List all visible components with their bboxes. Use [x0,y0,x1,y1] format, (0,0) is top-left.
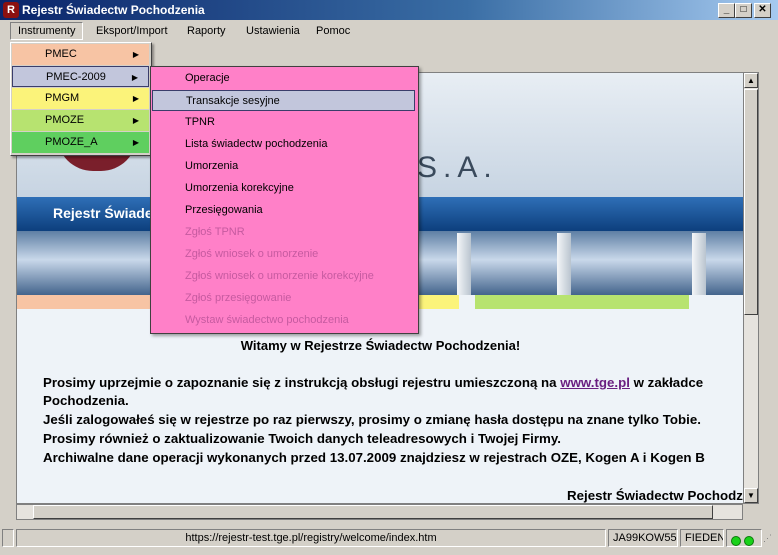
pmec-2009-submenu: Operacje Transakcje sesyjne TPNR Lista ś… [150,66,419,334]
menu-item-pmec-2009[interactable]: PMEC-2009 ▶ [12,66,149,87]
submenu-item-operacje[interactable]: Operacje [152,68,415,89]
menu-ustawienia[interactable]: Ustawienia [239,23,307,39]
menu-item-pmoze[interactable]: PMOZE ▶ [12,110,149,131]
banner-pillar [457,233,471,295]
horizontal-scroll-thumb[interactable] [33,505,713,519]
submenu-arrow-icon: ▶ [132,94,139,103]
menu-item-pmec[interactable]: PMEC ▶ [12,44,149,65]
submenu-arrow-icon: ▶ [132,138,139,147]
maximize-button[interactable]: □ [735,3,752,18]
resize-grip-icon[interactable]: ⋰ [763,533,772,544]
instructions-paragraph: Prosimy uprzejmie o zapoznanie się z ins… [43,375,703,390]
app-icon[interactable]: R [3,2,19,18]
close-button[interactable]: ✕ [754,3,771,18]
status-led-icon [744,536,754,546]
instructions-continued: Pochodzenia. [43,393,129,408]
menu-item-label: PMOZE_A [45,136,98,148]
submenu-arrow-icon: ▶ [132,116,139,125]
status-section [2,529,14,547]
minimize-button[interactable]: _ [718,3,735,18]
submenu-item-wystaw-swiadectwo: Wystaw świadectwo pochodzenia [185,314,349,326]
logo-text: S.A. [417,151,498,184]
submenu-arrow-icon: ▶ [132,50,139,59]
instructions-suffix: w zakładce [629,375,704,390]
menu-raporty[interactable]: Raporty [180,23,233,39]
password-notice: Jeśli zalogowałeś się w rejestrze po raz… [43,412,701,427]
menu-bar: Instrumenty Eksport/Import Raporty Ustaw… [0,20,778,42]
submenu-item-zglos-wniosek-umorzenie: Zgłoś wniosek o umorzenie [185,248,319,260]
instruments-menu: PMEC ▶ PMEC-2009 ▶ PMGM ▶ PMOZE ▶ PMOZE_A ▶ [10,42,152,156]
submenu-item-zglos-tpnr: Zgłoś TPNR [185,226,245,238]
tge-link[interactable]: www.tge.pl [560,375,630,390]
menu-item-pmoze-a[interactable]: PMOZE_A ▶ [12,132,149,153]
scroll-up-icon[interactable]: ▲ [744,73,758,88]
update-data-notice: Prosimy również o zaktualizowanie Twoich… [43,431,561,446]
banner-pillar [557,233,571,295]
submenu-item-zglos-wniosek-korekcyjne: Zgłoś wniosek o umorzenie korekcyjne [185,270,374,282]
status-led-icon [731,536,741,546]
menu-instrumenty[interactable]: Instrumenty [10,22,84,40]
window-title: Rejestr Świadectw Pochodzenia [22,3,205,17]
scroll-thumb[interactable] [744,89,758,315]
menu-eksport-import[interactable]: Eksport/Import [89,23,175,39]
menu-pomoc[interactable]: Pomoc [309,23,357,39]
color-bar-pmec [17,295,152,309]
menu-item-pmgm[interactable]: PMGM ▶ [12,88,149,109]
submenu-item-umorzenia[interactable]: Umorzenia [152,156,415,177]
submenu-item-umorzenia-korekcyjne[interactable]: Umorzenia korekcyjne [152,178,415,199]
title-bar: R Rejestr Świadectw Pochodzenia _ □ ✕ [0,0,778,20]
status-user: JA99KOW55 [608,529,678,547]
status-bar: https://rejestr-test.tge.pl/registry/wel… [0,527,778,549]
submenu-item-przesiegowania[interactable]: Przesięgowania [152,200,415,221]
vertical-scrollbar[interactable]: ▲ ▼ [743,72,759,504]
color-bar-pmoze [475,295,689,309]
menu-item-label: PMOZE [45,114,85,126]
color-bar-pmgm [419,295,459,309]
submenu-arrow-icon: ▶ [131,73,138,82]
status-url: https://rejestr-test.tge.pl/registry/wel… [16,529,606,547]
welcome-heading: Witamy w Rejestrze Świadectw Pochodzenia… [240,338,521,353]
submenu-item-lista-swiadectw[interactable]: Lista świadectw pochodzenia [152,134,415,155]
archive-notice: Archiwalne dane operacji wykonanych prze… [43,450,705,465]
connection-status-icon [726,529,762,547]
scroll-down-icon[interactable]: ▼ [744,488,758,503]
submenu-item-tpnr[interactable]: TPNR [152,112,415,133]
banner-pillar [692,233,706,295]
horizontal-scrollbar[interactable] [16,504,743,520]
status-company: FIEDEN [680,529,724,547]
menu-item-label: PMGM [45,92,80,104]
signature: Rejestr Świadectw Pochodzenia [567,488,744,503]
submenu-item-zglos-przesiegowanie: Zgłoś przesięgowanie [185,292,292,304]
menu-item-label: PMEC-2009 [46,71,106,83]
submenu-item-transakcje-sesyjne[interactable]: Transakcje sesyjne [152,90,415,111]
menu-item-label: PMEC [45,48,77,60]
instructions-text: Prosimy uprzejmie o zapoznanie się z ins… [43,375,561,390]
